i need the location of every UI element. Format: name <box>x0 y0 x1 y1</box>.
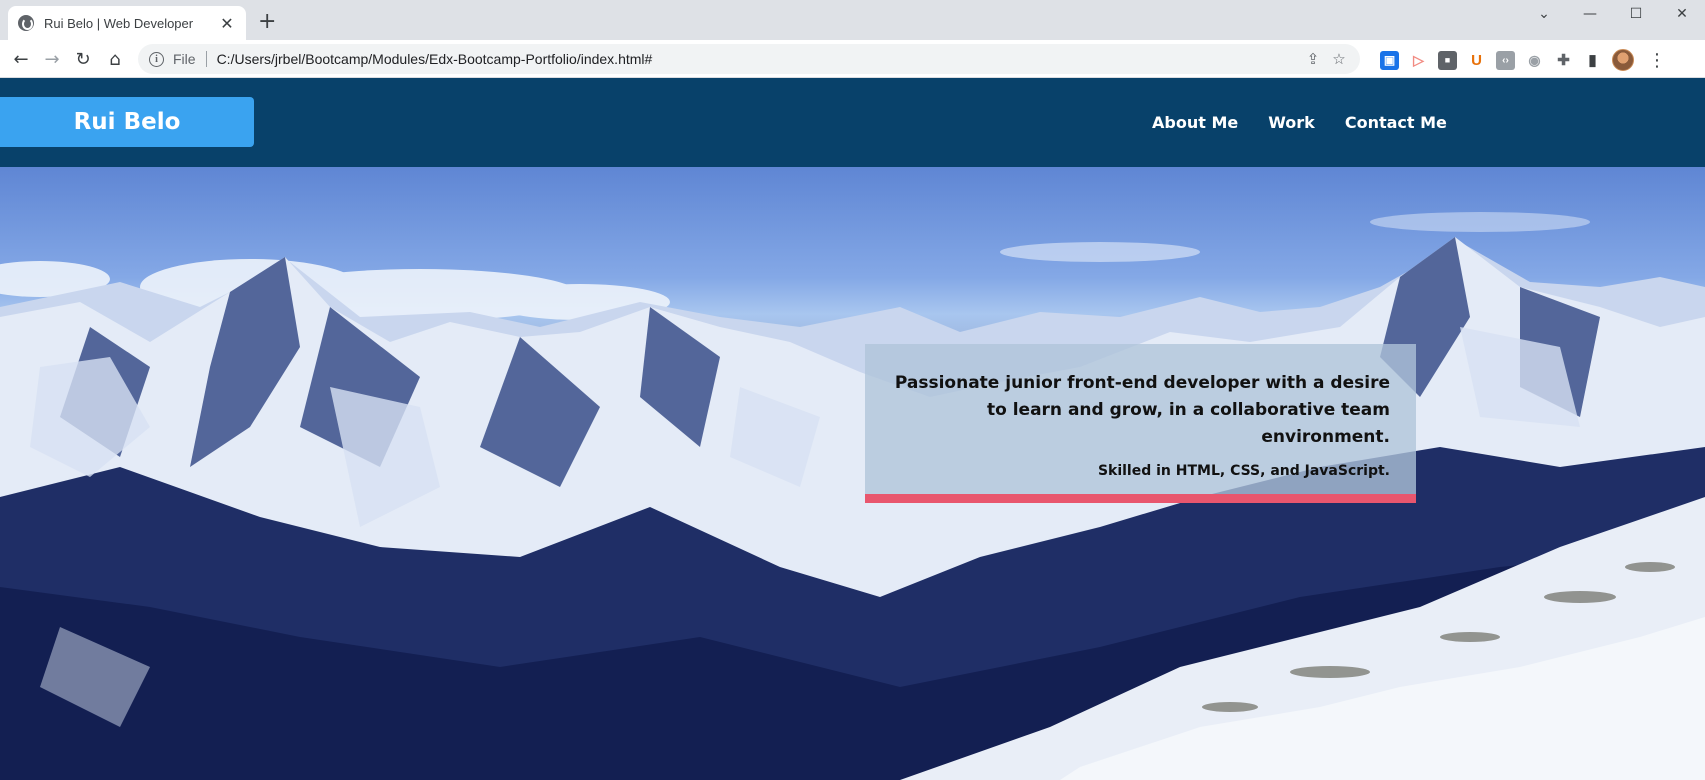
new-tab-button[interactable]: + <box>258 8 276 36</box>
nav-contact-me[interactable]: Contact Me <box>1345 113 1447 132</box>
site-header: Rui Belo About Me Work Contact Me <box>0 78 1705 167</box>
brand-logo[interactable]: Rui Belo <box>0 97 254 147</box>
tab-title: Rui Belo | Web Developer <box>44 15 194 31</box>
nav-about-me[interactable]: About Me <box>1152 113 1238 132</box>
address-scheme-label: File <box>173 51 207 67</box>
camera-icon[interactable]: ◉ <box>1525 50 1544 70</box>
side-panel-icon[interactable]: ▮ <box>1583 50 1602 70</box>
address-bar[interactable]: i File C:/Users/jrbel/Bootcamp/Modules/E… <box>138 44 1360 74</box>
tab-search-button[interactable]: ⌄ <box>1521 0 1567 28</box>
site-info-icon[interactable]: i <box>149 51 164 67</box>
browser-toolbar: ← → ↻ ⌂ i File C:/Users/jrbel/Bootcamp/M… <box>0 40 1705 78</box>
profile-extension-icon[interactable]: ■ <box>1438 50 1457 70</box>
profile-avatar[interactable] <box>1612 49 1634 71</box>
intro-skills: Skilled in HTML, CSS, and JavaScript. <box>1097 463 1390 479</box>
main-nav: About Me Work Contact Me <box>1152 78 1447 167</box>
maximize-button[interactable]: ☐ <box>1613 0 1659 28</box>
nav-work[interactable]: Work <box>1268 113 1315 132</box>
minimize-button[interactable]: — <box>1567 0 1613 28</box>
tab-close-icon[interactable]: ✕ <box>218 14 236 33</box>
intro-card: Passionate junior front-end developer wi… <box>865 344 1416 503</box>
extensions-bar: ▣ ▷ ■ U ‹› ◉ ✚ ▮ ⋮ <box>1380 49 1666 71</box>
reload-button[interactable]: ↻ <box>68 44 98 74</box>
hero-section: Passionate junior front-end developer wi… <box>0 167 1705 780</box>
intro-headline: Passionate junior front-end developer wi… <box>894 373 1390 447</box>
browser-tab-strip: Rui Belo | Web Developer ✕ + ⌄ — ☐ ✕ <box>0 0 1705 40</box>
bookmark-star-icon[interactable]: ☆ <box>1326 50 1352 68</box>
puzzle-icon[interactable]: ✚ <box>1554 50 1573 70</box>
browser-menu-icon[interactable]: ⋮ <box>1648 51 1666 70</box>
address-url[interactable]: C:/Users/jrbel/Bootcamp/Modules/Edx-Boot… <box>217 51 1300 67</box>
code-viewer-icon[interactable]: ‹› <box>1496 50 1515 70</box>
screen-recorder-icon[interactable]: ▷ <box>1409 50 1428 70</box>
ublock-icon[interactable]: U <box>1467 50 1486 70</box>
share-icon[interactable]: ⇪ <box>1300 50 1326 68</box>
home-button[interactable]: ⌂ <box>100 44 130 74</box>
close-window-button[interactable]: ✕ <box>1659 0 1705 28</box>
mountain-background-image <box>0 212 1705 780</box>
back-button[interactable]: ← <box>6 44 36 74</box>
screenshot-extension-icon[interactable]: ▣ <box>1380 50 1399 70</box>
globe-icon <box>18 15 34 31</box>
forward-button[interactable]: → <box>37 44 67 74</box>
browser-tab[interactable]: Rui Belo | Web Developer ✕ <box>8 6 246 40</box>
